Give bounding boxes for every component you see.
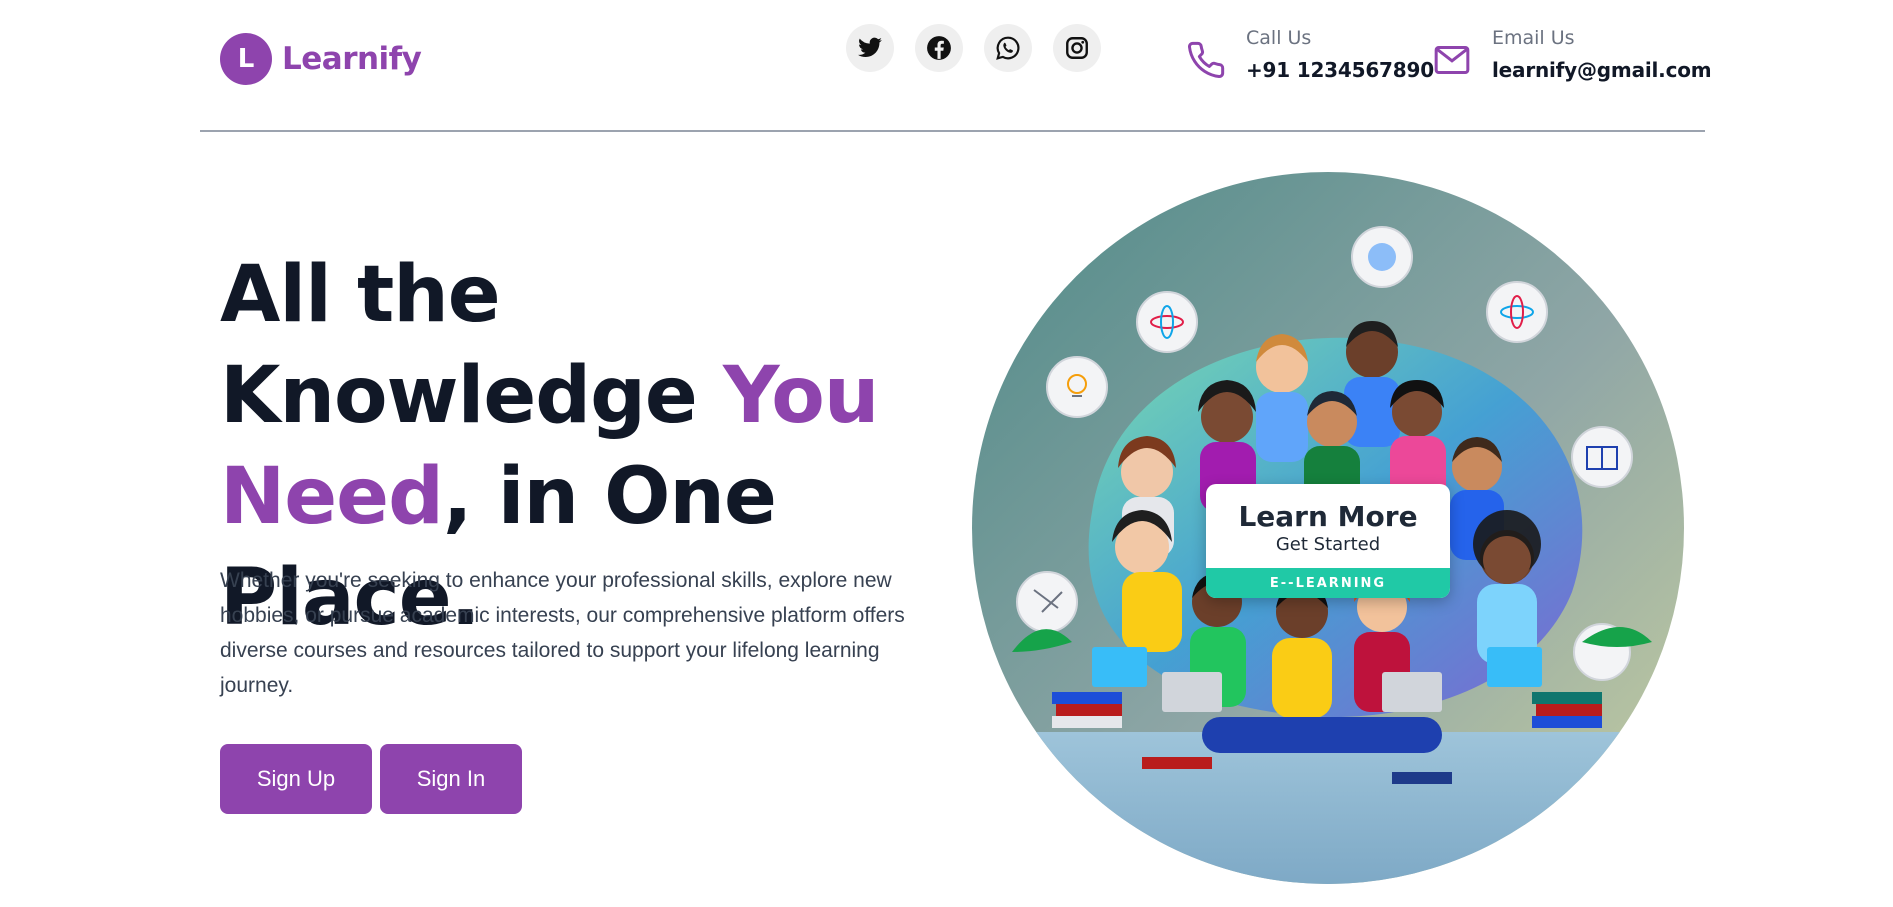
card-subtitle: Get Started <box>1275 534 1381 555</box>
hero-actions: Sign Up Sign In <box>220 744 522 814</box>
social-links <box>846 24 1101 72</box>
brand-logo[interactable]: L Learnify <box>220 33 422 85</box>
phone-icon <box>1188 41 1225 78</box>
phone-number[interactable]: +91 1234567890 <box>1246 58 1434 82</box>
email-contact: Email Us learnify@gmail.com <box>1432 26 1712 82</box>
twitter-icon <box>858 37 882 57</box>
logo-badge: L <box>220 33 272 85</box>
whatsapp-icon <box>996 36 1020 60</box>
sign-in-button[interactable]: Sign In <box>380 744 522 814</box>
email-address[interactable]: learnify@gmail.com <box>1492 58 1712 82</box>
email-label: Email Us <box>1492 27 1575 49</box>
call-contact: Call Us +91 1234567890 <box>1186 26 1434 82</box>
sign-up-button[interactable]: Sign Up <box>220 744 372 814</box>
whatsapp-link[interactable] <box>984 24 1032 72</box>
mail-icon <box>1434 46 1470 74</box>
facebook-icon <box>927 36 951 60</box>
brand-name: Learnify <box>282 41 422 77</box>
headline-part1: All the Knowledge <box>220 250 698 441</box>
hero-description: Whether you're seeking to enhance your p… <box>220 569 905 697</box>
facebook-link[interactable] <box>915 24 963 72</box>
site-header: L Learnify Call Us +91 1234567890 Email … <box>0 0 1893 132</box>
learn-more-card[interactable]: Learn More Get Started E--LEARNING <box>1206 484 1450 598</box>
call-label: Call Us <box>1246 27 1312 49</box>
twitter-link[interactable] <box>846 24 894 72</box>
instagram-link[interactable] <box>1053 24 1101 72</box>
card-title: Learn More <box>1238 500 1418 533</box>
card-strip: E--LEARNING <box>1206 568 1450 598</box>
header-divider <box>200 130 1705 132</box>
instagram-icon <box>1066 37 1088 59</box>
